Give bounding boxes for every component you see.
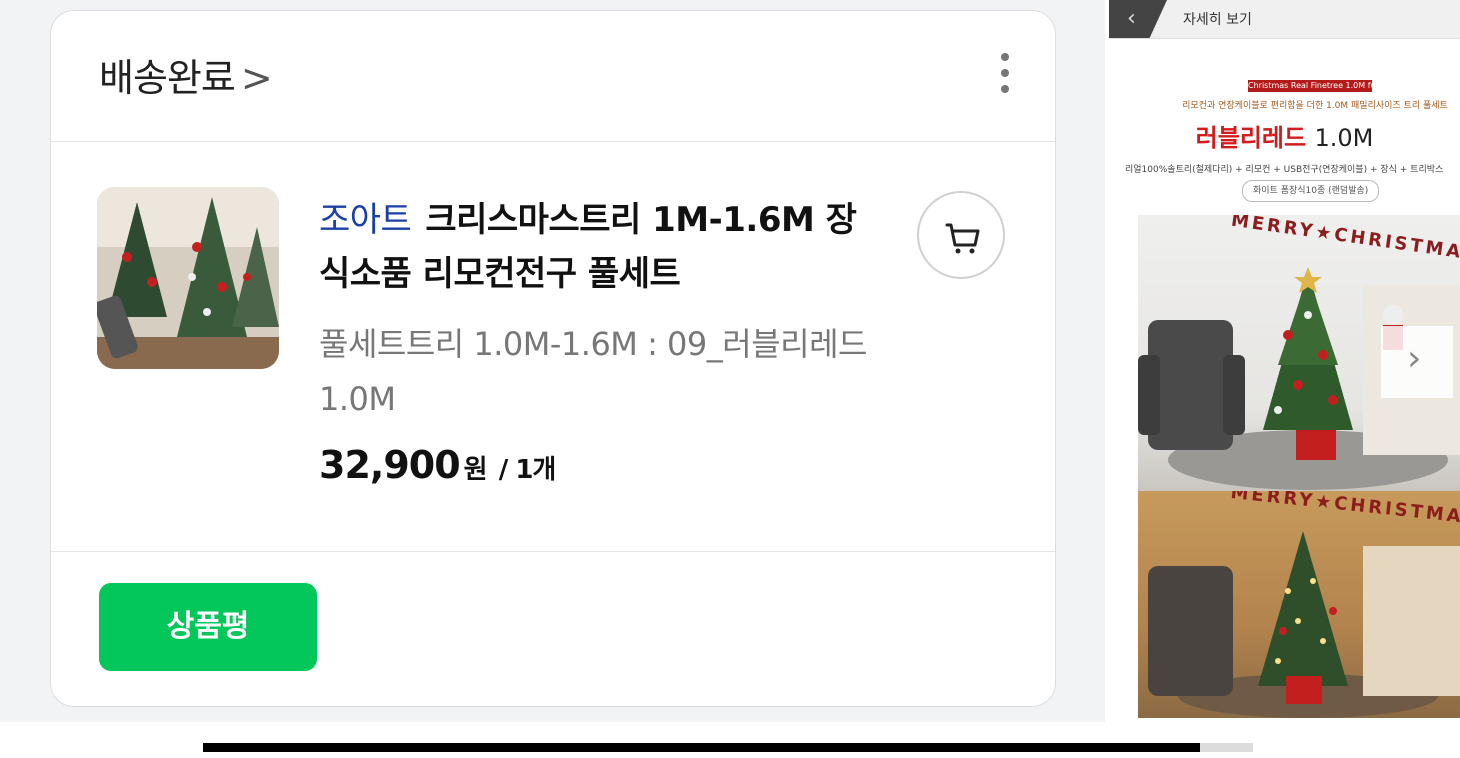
review-button[interactable]: 상품평 [99,583,317,671]
product-thumbnail[interactable] [97,187,279,369]
detail-product-name: 러블리레드 1.0M [1109,118,1460,153]
detail-name-ko: 러블리레드 [1195,124,1307,152]
cart-icon[interactable] [917,191,1005,279]
next-image-button[interactable]: › [1381,326,1453,398]
scrollbar-thumb[interactable] [203,743,1200,752]
delivery-status-link[interactable]: 배송완료 > [99,47,273,102]
delivery-status-label: 배송완료 [99,56,236,100]
detail-panel-title: 자세히 보기 [1183,12,1252,28]
detail-name-size: 1.0M [1314,124,1374,152]
card-divider [51,551,1055,552]
detail-panel-header: ‹ 자세히 보기 [1109,0,1460,39]
back-icon: ‹ [1127,6,1136,31]
price-line: 32,900 원 / 1개 [319,443,557,487]
chevron-right-icon: > [240,56,273,100]
christmas-tree-image [97,187,279,369]
detail-subtitle: 리모컨과 연장케이블로 편리함을 더한 1.0M 패밀리사이즈 트리 풀세트 [1182,101,1448,111]
product-photo-lit: MERRY★CHRISTMAS [1138,491,1460,718]
product-option: 풀세트트리 1.0M-1.6M : 09_러블리레드 1.0M [319,325,867,418]
order-card-header: 배송완료 > [51,11,1055,142]
detail-components: 리얼100%솔트리(철제다리) + 리모컨 + USB전구(연장케이블) + 장… [1125,165,1444,175]
product-title[interactable]: 조아트 크리스마스트리 1M-1.6M 장식소품 리모컨전구 풀세트 [319,193,879,301]
detail-banner: Christmas Real Finetree 1.0M fullset [1248,80,1372,92]
brand-name[interactable]: 조아트 [319,200,412,240]
price-amount: 32,900 [319,443,461,487]
detail-badge: 화이트 폼장식10종 (랜덤발송) [1242,180,1380,202]
price-currency: 원 [463,455,488,485]
lit-tree-photo-illustration [1148,531,1460,718]
chevron-right-icon: › [1407,338,1422,379]
order-card: 배송완료 > 조아트 크리스마스트리 1M-1.6M 장식소품 리모컨전구 풀세트 … [50,10,1056,707]
quantity-label: / 1개 [498,455,557,485]
more-vertical-icon[interactable] [995,53,1015,103]
back-button[interactable] [1109,0,1167,38]
